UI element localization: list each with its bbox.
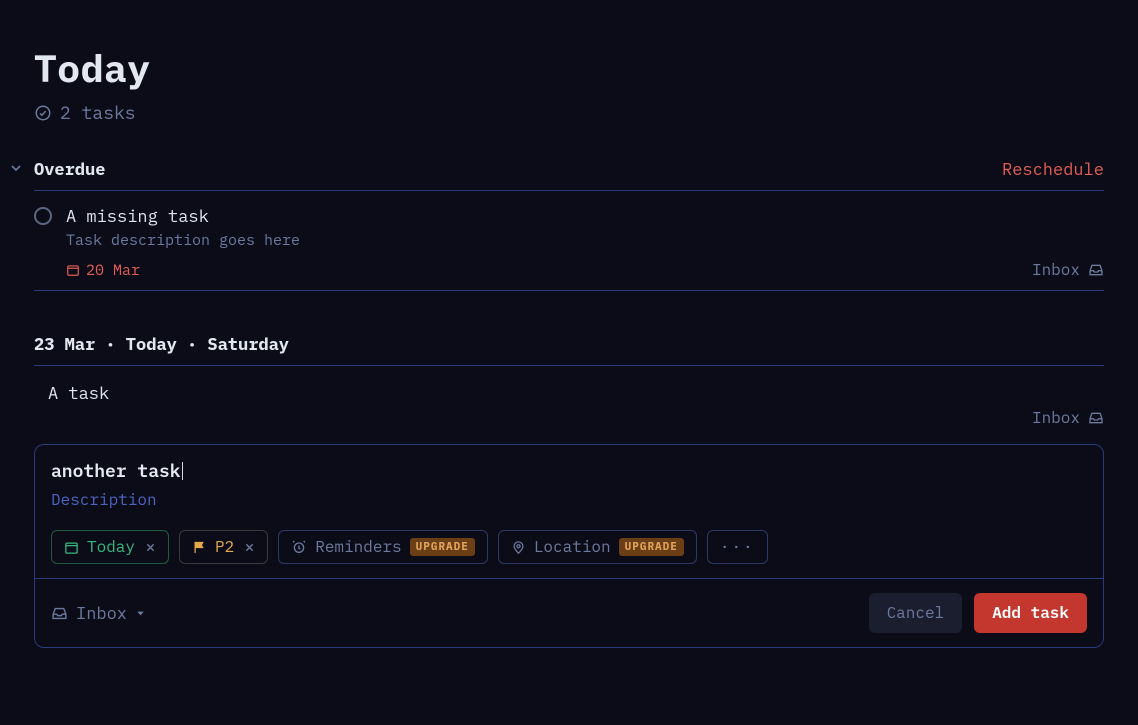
task-title: A missing task: [66, 205, 1104, 227]
location-pin-icon: [511, 540, 526, 555]
task-project-link[interactable]: Inbox: [1032, 408, 1104, 428]
close-icon[interactable]: [145, 542, 156, 553]
more-options-chip[interactable]: ···: [707, 530, 768, 564]
inbox-icon: [51, 605, 68, 622]
reminders-label: Reminders: [315, 537, 401, 557]
due-date-label: Today: [87, 537, 135, 557]
add-task-button[interactable]: Add task: [974, 593, 1087, 633]
today-section-title: 23 Mar · Today · Saturday: [34, 333, 1104, 366]
caret-down-icon: [135, 608, 146, 619]
cancel-button[interactable]: Cancel: [869, 593, 963, 633]
priority-label: P2: [215, 537, 234, 557]
overdue-date: 20 Mar: [86, 261, 140, 280]
task-description-input[interactable]: Description: [51, 490, 1087, 510]
text-caret: [182, 462, 183, 480]
task-count: 2 tasks: [60, 101, 136, 124]
location-label: Location: [534, 537, 611, 557]
task-editor: another task Description Today: [34, 444, 1104, 648]
task-project-label: Inbox: [1032, 260, 1080, 280]
check-circle-icon: [34, 104, 52, 122]
flag-icon: [192, 540, 207, 555]
project-label: Inbox: [76, 602, 127, 624]
task-title: A task: [48, 382, 1104, 404]
task-name-input[interactable]: another task: [51, 459, 181, 482]
close-icon[interactable]: [244, 542, 255, 553]
calendar-icon: [64, 540, 79, 555]
priority-chip[interactable]: P2: [179, 530, 268, 564]
due-date-chip[interactable]: Today: [51, 530, 169, 564]
chevron-down-icon[interactable]: [8, 160, 24, 176]
task-project-link[interactable]: Inbox: [1032, 260, 1104, 280]
task-description: Task description goes here: [66, 231, 1104, 250]
page-title: Today: [34, 44, 1104, 93]
reminders-chip[interactable]: Reminders UPGRADE: [278, 530, 488, 564]
overdue-section-title: Overdue: [34, 158, 105, 180]
inbox-icon: [1088, 262, 1104, 278]
upgrade-badge: UPGRADE: [619, 538, 684, 556]
reschedule-button[interactable]: Reschedule: [1002, 158, 1104, 180]
project-picker[interactable]: Inbox: [51, 602, 146, 624]
location-chip[interactable]: Location UPGRADE: [498, 530, 697, 564]
more-icon: ···: [720, 537, 755, 557]
task-checkbox[interactable]: [34, 207, 52, 225]
inbox-icon: [1088, 410, 1104, 426]
task-project-label: Inbox: [1032, 408, 1080, 428]
task-row[interactable]: A task: [34, 366, 1104, 414]
calendar-icon: [66, 263, 80, 277]
task-row[interactable]: A missing task Task description goes her…: [34, 191, 1104, 291]
alarm-icon: [291, 539, 307, 555]
upgrade-badge: UPGRADE: [410, 538, 475, 556]
